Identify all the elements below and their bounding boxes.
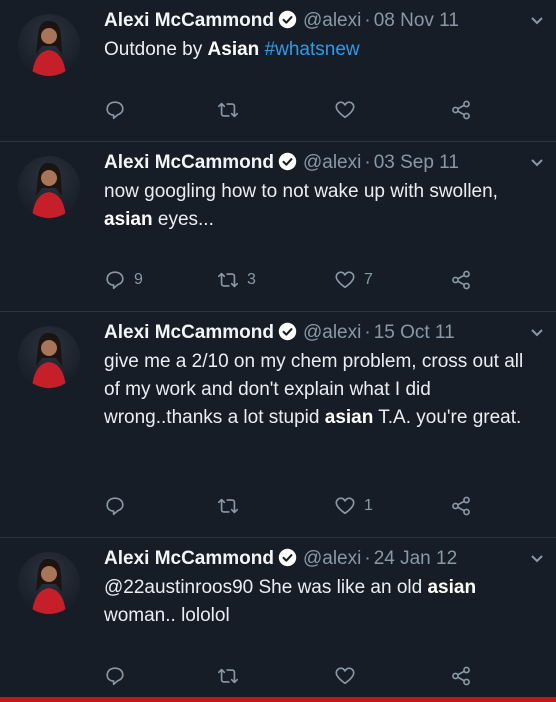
tweet[interactable]: Alexi McCammond @alexi · 08 Nov 11 Outdone … — [0, 0, 556, 142]
reply-count: 9 — [134, 271, 143, 288]
text-segment: now googling how to not wake up with swo… — [104, 181, 498, 202]
tweet-text: Outdone by Asian #whatsnew — [104, 36, 532, 64]
share-icon — [452, 270, 470, 290]
author-name[interactable]: Alexi McCammond — [104, 152, 274, 173]
tweet-actions: 9 3 7 — [104, 266, 496, 294]
tweet-text: now googling how to not wake up with swo… — [104, 178, 532, 234]
retweet-icon — [218, 668, 238, 684]
reply-button[interactable] — [104, 492, 134, 520]
text-segment: @22austinroos90 She was like an old — [104, 577, 428, 598]
reply-icon — [106, 271, 124, 290]
like-button[interactable] — [334, 96, 364, 124]
avatar[interactable] — [18, 326, 80, 388]
bold-word: asian — [324, 407, 374, 428]
retweet-button[interactable]: 3 — [217, 266, 256, 294]
like-button[interactable]: 1 — [334, 492, 373, 520]
retweet-icon — [218, 272, 238, 288]
avatar[interactable] — [18, 156, 80, 218]
tweet-date[interactable]: 24 Jan 12 — [374, 548, 457, 569]
tweet-actions — [104, 96, 496, 124]
tweet-actions — [104, 662, 496, 690]
retweet-button[interactable] — [217, 492, 247, 520]
text-segment: woman.. lololol — [104, 605, 230, 626]
retweet-button[interactable] — [217, 96, 247, 124]
heart-icon — [335, 667, 355, 685]
tweet[interactable]: Alexi McCammond @alexi · 03 Sep 11 now goog… — [0, 142, 556, 312]
verified-badge-icon — [278, 10, 297, 29]
like-button[interactable]: 7 — [334, 266, 373, 294]
chevron-down-icon[interactable] — [530, 328, 544, 338]
tweet-date[interactable]: 08 Nov 11 — [374, 10, 459, 31]
author-handle[interactable]: @alexi — [303, 548, 361, 569]
separator-dot: · — [364, 10, 371, 31]
heart-icon — [335, 271, 355, 289]
reply-button[interactable] — [104, 662, 134, 690]
share-icon — [452, 496, 470, 516]
author-handle[interactable]: @alexi — [303, 322, 361, 343]
tweet-text: give me a 2/10 on my chem problem, cross… — [104, 348, 532, 432]
tweet-header: Alexi McCammond @alexi · 15 Oct 11 — [104, 320, 516, 346]
reply-button[interactable] — [104, 96, 134, 124]
retweet-button[interactable] — [217, 662, 247, 690]
share-button[interactable] — [450, 662, 472, 690]
bottom-accent-line — [0, 697, 556, 702]
verified-badge-icon — [278, 548, 297, 567]
avatar[interactable] — [18, 552, 80, 614]
author-name[interactable]: Alexi McCammond — [104, 10, 274, 31]
retweet-icon — [218, 498, 238, 514]
author-handle[interactable]: @alexi — [303, 10, 361, 31]
text-segment: eyes... — [152, 209, 214, 230]
separator-dot: · — [364, 548, 371, 569]
chevron-down-icon[interactable] — [530, 158, 544, 168]
share-button[interactable] — [450, 492, 472, 520]
retweet-icon — [218, 102, 238, 118]
text-segment: Outdone by — [104, 39, 208, 60]
share-button[interactable] — [450, 266, 472, 294]
heart-icon — [335, 101, 355, 119]
tweet-actions: 1 — [104, 492, 496, 520]
tweet-header: Alexi McCammond @alexi · 03 Sep 11 — [104, 150, 516, 176]
share-icon — [452, 666, 470, 686]
bold-word: asian — [427, 577, 477, 598]
separator-dot: · — [364, 152, 371, 173]
share-button[interactable] — [450, 96, 472, 124]
verified-badge-icon — [278, 152, 297, 171]
tweet-date[interactable]: 03 Sep 11 — [374, 152, 459, 173]
chevron-down-icon[interactable] — [530, 554, 544, 564]
author-name[interactable]: Alexi McCammond — [104, 548, 274, 569]
hashtag-link[interactable]: #whatsnew — [265, 39, 360, 60]
heart-icon — [335, 497, 355, 515]
retweet-count: 3 — [247, 271, 256, 288]
tweet[interactable]: Alexi McCammond @alexi · 24 Jan 12 @22austi… — [0, 538, 556, 702]
share-icon — [452, 100, 470, 120]
bold-word: asian — [104, 209, 153, 230]
verified-badge-icon — [278, 322, 297, 341]
like-count: 1 — [364, 497, 373, 514]
tweet-header: Alexi McCammond @alexi · 08 Nov 11 — [104, 8, 516, 34]
reply-icon — [106, 101, 124, 120]
reply-button[interactable]: 9 — [104, 266, 143, 294]
tweet[interactable]: Alexi McCammond @alexi · 15 Oct 11 give me … — [0, 312, 556, 538]
text-segment: T.A. you're great. — [373, 407, 522, 428]
author-name[interactable]: Alexi McCammond — [104, 322, 274, 343]
reply-icon — [106, 497, 124, 516]
author-handle[interactable]: @alexi — [303, 152, 361, 173]
reply-icon — [106, 667, 124, 686]
like-count: 7 — [364, 271, 373, 288]
tweet-date[interactable]: 15 Oct 11 — [374, 322, 455, 343]
tweet-header: Alexi McCammond @alexi · 24 Jan 12 — [104, 546, 516, 572]
avatar[interactable] — [18, 14, 80, 76]
chevron-down-icon[interactable] — [530, 16, 544, 26]
tweet-text: @22austinroos90 She was like an old asia… — [104, 574, 532, 630]
like-button[interactable] — [334, 662, 364, 690]
separator-dot: · — [364, 322, 371, 343]
bold-word: Asian — [207, 39, 260, 60]
